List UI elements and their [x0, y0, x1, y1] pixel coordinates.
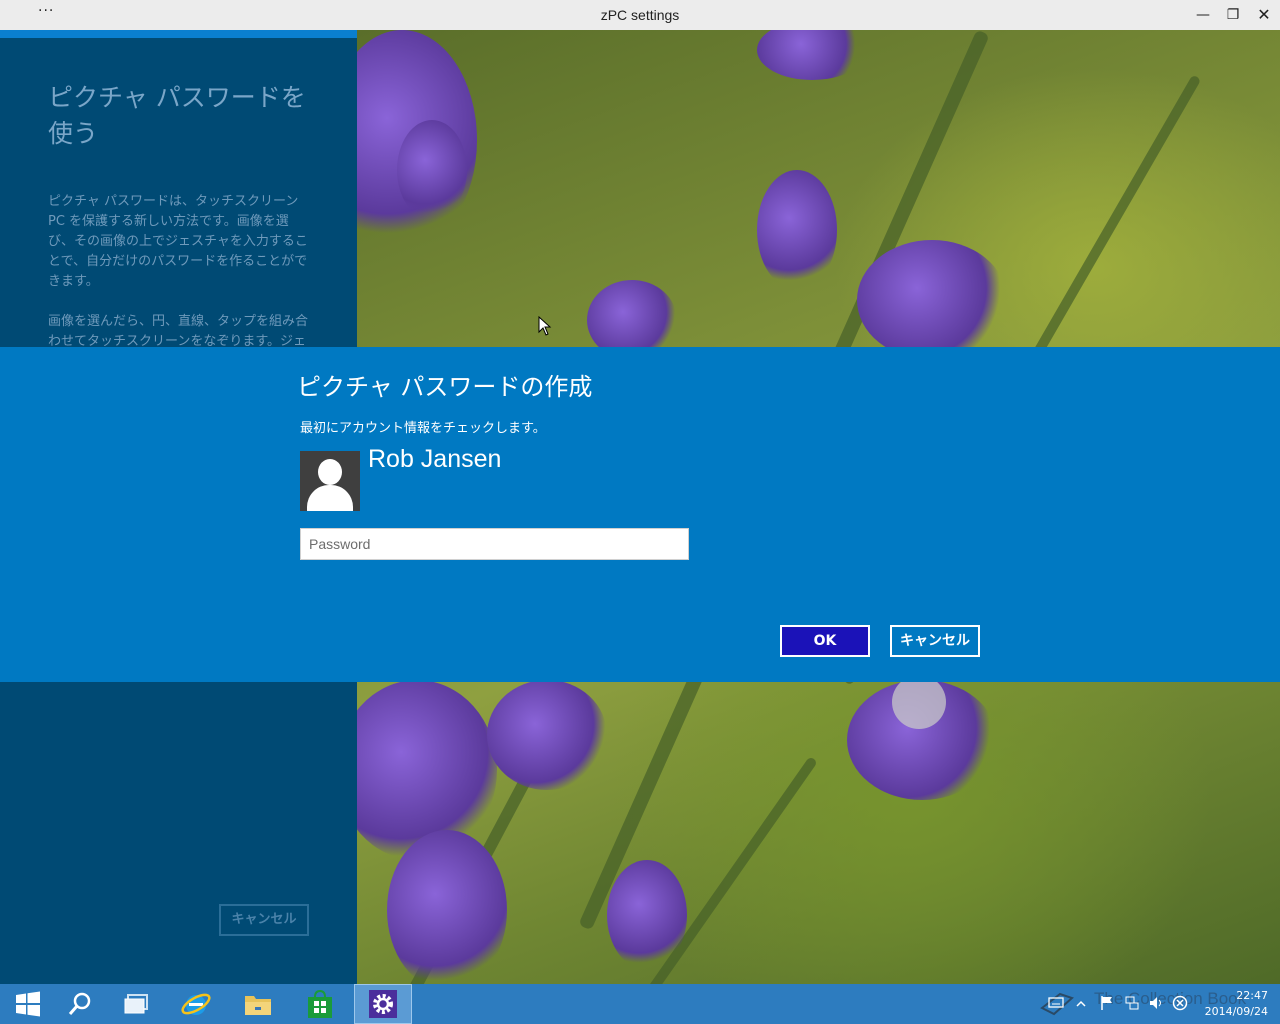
show-hidden-icons-chevron-up-icon[interactable] — [1076, 997, 1086, 1011]
lavender-flower — [607, 860, 687, 970]
dialog-subtitle: 最初にアカウント情報をチェックします。 — [300, 421, 546, 436]
lavender-flower — [397, 120, 467, 220]
lavender-flower — [757, 170, 837, 290]
lavender-flower — [357, 680, 497, 860]
user-avatar-icon — [300, 451, 360, 511]
title-bar: ··· zPC settings — ❐ ✕ — [0, 0, 1280, 30]
internet-explorer-icon — [181, 993, 211, 1015]
action-center-flag-icon[interactable] — [1100, 995, 1114, 1014]
error-status-icon[interactable] — [1172, 995, 1188, 1014]
internet-explorer-button[interactable] — [168, 984, 224, 1024]
create-picture-password-dialog: ピクチャ パスワードの作成 最初にアカウント情報をチェックします。 Rob Ja… — [0, 347, 1280, 682]
dialog-title: ピクチャ パスワードの作成 — [297, 373, 593, 401]
password-input[interactable] — [300, 528, 689, 560]
info-panel-title: ピクチャ パスワードを使う — [48, 83, 306, 148]
folder-icon — [245, 996, 271, 1015]
start-button[interactable] — [0, 984, 56, 1024]
settings-button[interactable] — [354, 984, 412, 1024]
lavender-flower — [757, 30, 867, 80]
windows-logo-icon — [16, 991, 40, 1017]
info-paragraph-1: ピクチャ パスワードは、タッチスクリーン PC を保護する新しい方法です。画像を… — [48, 194, 308, 289]
taskbar: The Collection Book 22:47 2014/09/24 — [0, 984, 1280, 1024]
keyboard-icon[interactable] — [1048, 996, 1064, 1011]
search-icon — [68, 992, 91, 1015]
ok-button[interactable]: OK — [780, 625, 870, 657]
close-button[interactable]: ✕ — [1253, 4, 1275, 26]
user-name: Rob Jansen — [368, 445, 502, 473]
store-icon — [308, 989, 332, 1018]
panel-cancel-button[interactable]: キャンセル — [219, 904, 309, 936]
volume-icon[interactable] — [1148, 995, 1164, 1014]
clock-date: 2014/09/24 — [1204, 1005, 1268, 1018]
lavender-flower — [487, 680, 607, 790]
clock-time: 22:47 — [1236, 989, 1268, 1002]
gear-icon — [369, 990, 397, 1018]
network-icon[interactable] — [1124, 995, 1140, 1014]
lavender-flower — [387, 830, 507, 984]
lavender-flower — [857, 240, 1007, 360]
file-explorer-button[interactable] — [230, 984, 286, 1024]
maximize-button[interactable]: ❐ — [1222, 4, 1244, 26]
cancel-button[interactable]: キャンセル — [890, 625, 980, 657]
accent-strip — [0, 30, 357, 38]
task-view-button[interactable] — [108, 984, 164, 1024]
window-title: zPC settings — [600, 7, 680, 23]
clock[interactable]: 22:47 2014/09/24 — [1198, 988, 1268, 1020]
task-view-icon — [124, 994, 148, 1014]
search-button[interactable] — [52, 984, 108, 1024]
store-button[interactable] — [292, 984, 348, 1024]
touch-point-indicator — [892, 675, 946, 729]
minimize-button[interactable]: — — [1192, 4, 1214, 26]
